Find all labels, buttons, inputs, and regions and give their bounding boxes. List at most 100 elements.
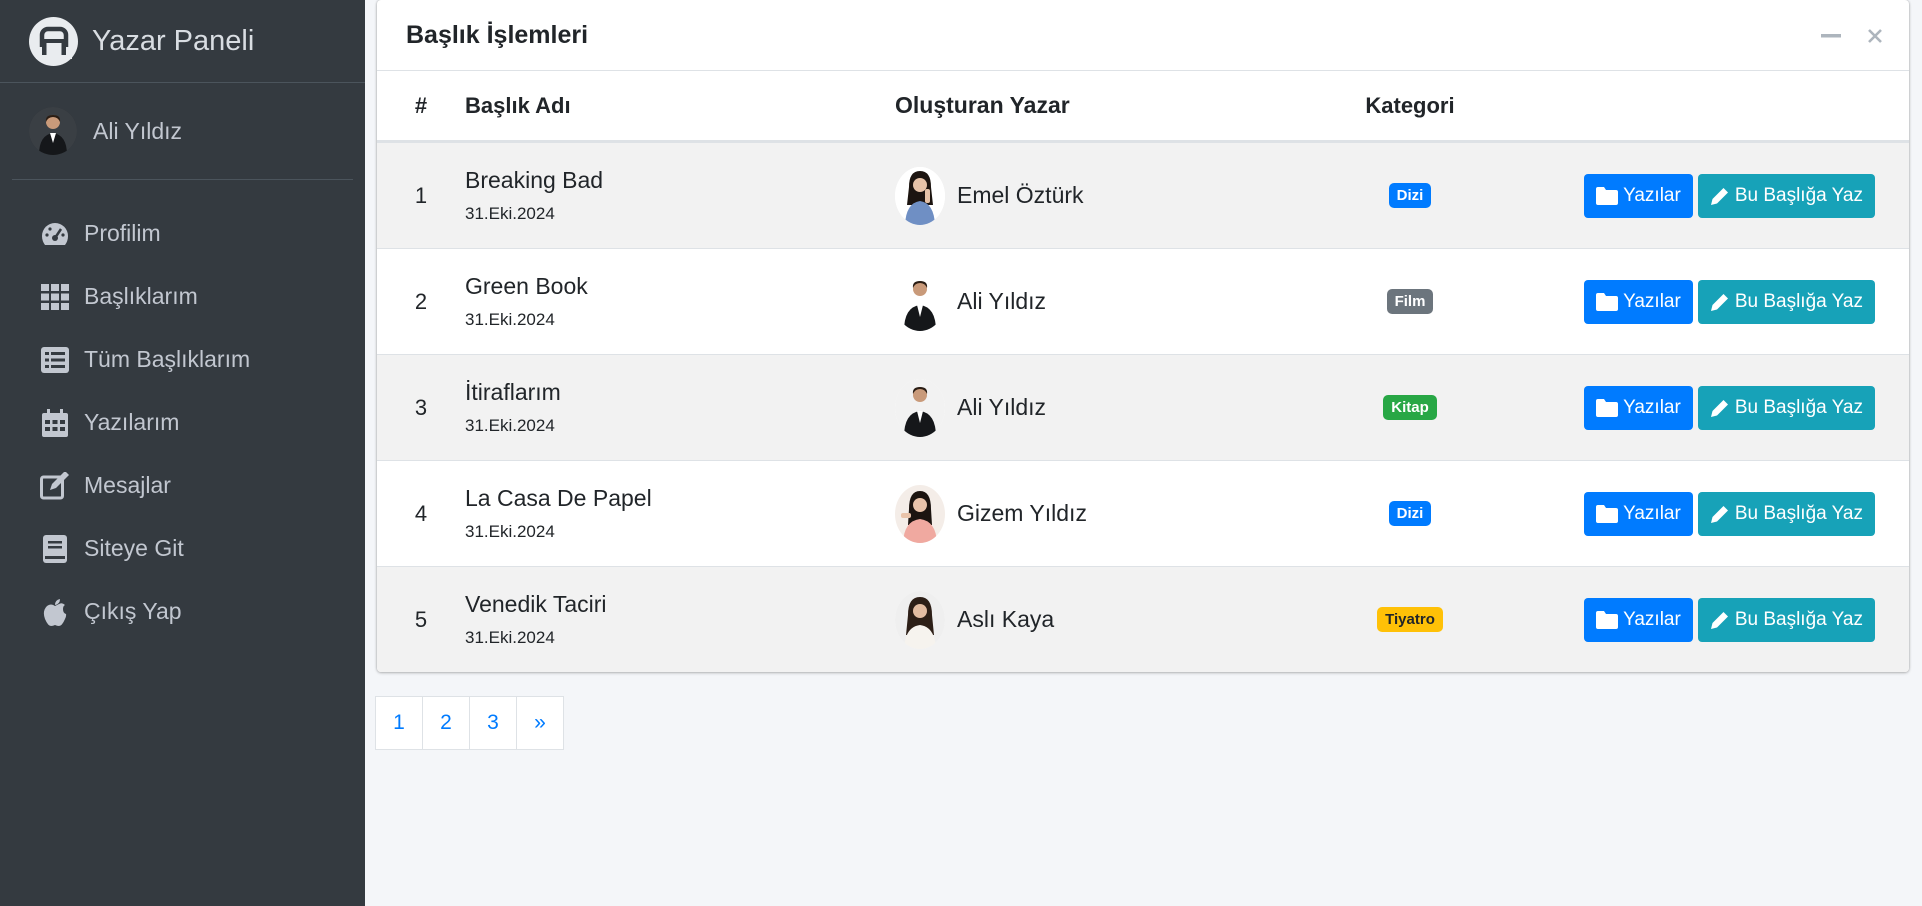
table-row: 4 La Casa De Papel 31.Eki.2024 Gizem Yıl… (377, 460, 1909, 566)
sidebar-item-label: Yazılarım (84, 409, 180, 435)
category-badge: Film (1386, 289, 1434, 314)
card-title: Başlık İşlemleri (406, 20, 589, 49)
row-title: La Casa De Papel (465, 485, 652, 511)
column-header-author: Oluşturan Yazar (895, 92, 1070, 118)
pencil-icon (1710, 611, 1728, 629)
write-button-label: Bu Başlığa Yaz (1734, 502, 1863, 524)
sidebar-item-siteye-git[interactable]: Siteye Git (0, 517, 365, 580)
table-header: # Başlık Adı Oluşturan Yazar Kategori (377, 71, 1909, 142)
posts-button-label: Yazılar (1623, 290, 1681, 312)
row-num: 1 (414, 182, 428, 208)
sidebar-item-label: Çıkış Yap (84, 598, 182, 624)
folder-icon (1596, 610, 1619, 629)
write-to-title-button[interactable]: Bu Başlığa Yaz (1697, 385, 1875, 430)
row-date: 31.Eki.2024 (465, 628, 555, 647)
row-title: Venedik Taciri (465, 591, 607, 617)
edit-icon (40, 471, 70, 501)
write-to-title-button[interactable]: Bu Başlığa Yaz (1697, 279, 1875, 324)
brand-link[interactable]: Yazar Paneli (0, 0, 365, 83)
posts-button[interactable]: Yazılar (1584, 597, 1693, 642)
table-row: 1 Breaking Bad 31.Eki.2024 Emel Öztürk D… (377, 142, 1909, 248)
sidebar-item-yazilarim[interactable]: Yazılarım (0, 391, 365, 454)
posts-button[interactable]: Yazılar (1584, 385, 1693, 430)
dashboard-icon (40, 219, 70, 249)
posts-button-label: Yazılar (1623, 184, 1681, 206)
sidebar-item-label: Mesajlar (84, 472, 171, 498)
pencil-icon (1710, 399, 1728, 417)
row-date: 31.Eki.2024 (465, 416, 555, 435)
sidebar-item-profilim[interactable]: Profilim (0, 202, 365, 265)
pencil-icon (1710, 505, 1728, 523)
author-name: Ali Yıldız (957, 288, 1047, 314)
folder-icon (1596, 504, 1619, 523)
posts-button[interactable]: Yazılar (1584, 491, 1693, 536)
category-badge: Tiyatro (1377, 607, 1443, 632)
posts-button[interactable]: Yazılar (1584, 279, 1693, 324)
column-header-category: Kategori (1365, 92, 1455, 118)
user-name: Ali Yıldız (93, 117, 183, 144)
sidebar-item-label: Siteye Git (84, 535, 184, 561)
author-name: Emel Öztürk (957, 182, 1084, 208)
folder-icon (1596, 398, 1619, 417)
calendar-icon (40, 408, 70, 438)
sidebar-item-mesajlar[interactable]: Mesajlar (0, 454, 365, 517)
author-avatar (895, 166, 945, 225)
book-icon (40, 534, 70, 564)
page-link-next[interactable]: » (516, 696, 564, 750)
author-name: Gizem Yıldız (957, 500, 1087, 526)
list-icon (40, 345, 70, 375)
page-link-3[interactable]: 3 (469, 696, 517, 750)
category-badge: Dizi (1388, 501, 1432, 526)
table-row: 2 Green Book 31.Eki.2024 Ali Yıldız Film… (377, 248, 1909, 354)
row-num: 3 (414, 394, 428, 420)
author-name: Aslı Kaya (957, 606, 1055, 632)
pagination: 1 2 3 » (375, 696, 564, 750)
write-to-title-button[interactable]: Bu Başlığa Yaz (1697, 491, 1875, 536)
write-to-title-button[interactable]: Bu Başlığa Yaz (1697, 173, 1875, 218)
sidebar-item-basliklarim[interactable]: Başlıklarım (0, 265, 365, 328)
row-num: 4 (414, 500, 428, 526)
author-avatar (895, 378, 945, 437)
category-badge: Dizi (1388, 183, 1432, 208)
sidebar-item-tum-basliklarim[interactable]: Tüm Başlıklarım (0, 328, 365, 391)
column-header-title: Başlık Adı (465, 92, 571, 118)
sidebar-nav: Profilim Başlıklarım Tüm Başlıklarım Yaz… (0, 202, 365, 643)
sidebar-item-cikis-yap[interactable]: Çıkış Yap (0, 580, 365, 643)
row-title: İtiraflarım (465, 379, 561, 405)
page-link-1[interactable]: 1 (375, 696, 423, 750)
row-title: Green Book (465, 273, 588, 299)
posts-button-label: Yazılar (1623, 608, 1681, 630)
brand-logo-icon (29, 16, 78, 66)
write-to-title-button[interactable]: Bu Başlığa Yaz (1697, 597, 1875, 642)
posts-button-label: Yazılar (1623, 396, 1681, 418)
grid-icon (40, 282, 70, 312)
column-header-num: # (414, 92, 428, 118)
card-tools (1819, 24, 1887, 48)
pencil-icon (1710, 187, 1728, 205)
sidebar-item-label: Profilim (84, 220, 161, 246)
write-button-label: Bu Başlığa Yaz (1734, 608, 1863, 630)
row-title: Breaking Bad (465, 167, 604, 193)
pencil-icon (1710, 293, 1728, 311)
row-date: 31.Eki.2024 (465, 310, 555, 329)
write-button-label: Bu Başlığa Yaz (1734, 184, 1863, 206)
table-row: 5 Venedik Taciri 31.Eki.2024 Aslı Kaya T… (377, 566, 1909, 672)
posts-button[interactable]: Yazılar (1584, 173, 1693, 218)
sidebar: Yazar Paneli Ali Yıldız Profilim Başlıkl (0, 0, 365, 906)
folder-icon (1596, 292, 1619, 311)
user-avatar (29, 107, 77, 155)
user-panel[interactable]: Ali Yıldız (12, 83, 353, 180)
row-num: 2 (414, 288, 428, 314)
author-name: Ali Yıldız (957, 394, 1047, 420)
collapse-icon[interactable] (1819, 24, 1843, 48)
author-avatar (895, 272, 945, 331)
row-num: 5 (414, 606, 428, 632)
folder-icon (1596, 186, 1619, 205)
row-date: 31.Eki.2024 (465, 204, 555, 223)
apple-icon (40, 597, 70, 627)
page-link-2[interactable]: 2 (422, 696, 470, 750)
close-icon[interactable] (1863, 24, 1887, 48)
write-button-label: Bu Başlığa Yaz (1734, 290, 1863, 312)
brand-title: Yazar Paneli (92, 24, 255, 57)
table-row: 3 İtiraflarım 31.Eki.2024 Ali Yıldız Kit… (377, 354, 1909, 460)
